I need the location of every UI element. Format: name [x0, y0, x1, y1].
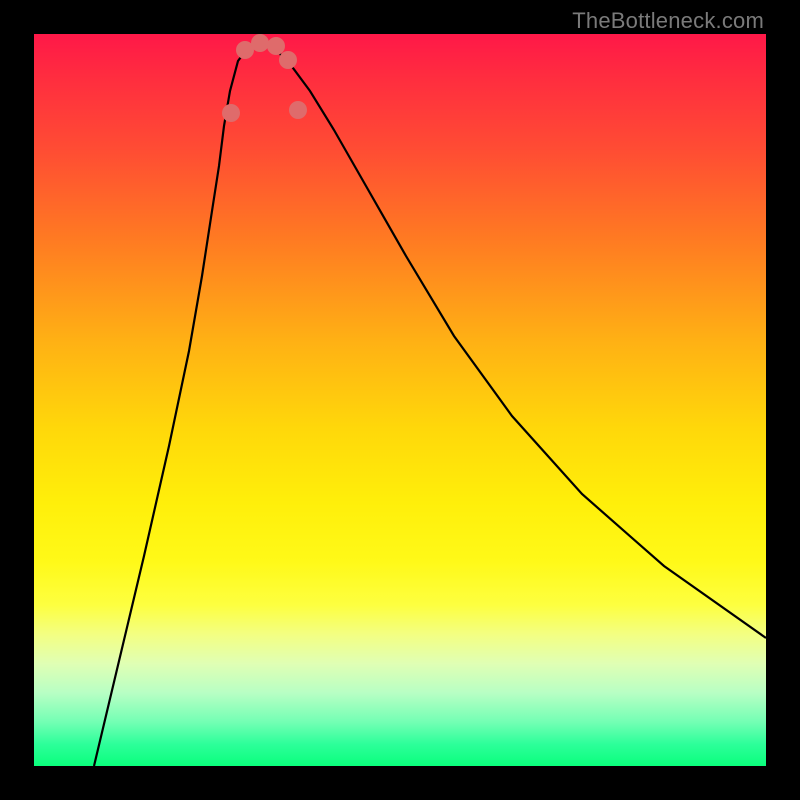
left-curve [94, 41, 262, 766]
plot-frame [34, 34, 766, 766]
right-curve [262, 41, 766, 638]
data-dot [251, 34, 269, 52]
data-dot [289, 101, 307, 119]
data-dot [267, 37, 285, 55]
data-dots [222, 34, 307, 122]
curve-overlay [34, 34, 766, 766]
data-dot [222, 104, 240, 122]
watermark-text: TheBottleneck.com [572, 8, 764, 34]
data-dot [279, 51, 297, 69]
